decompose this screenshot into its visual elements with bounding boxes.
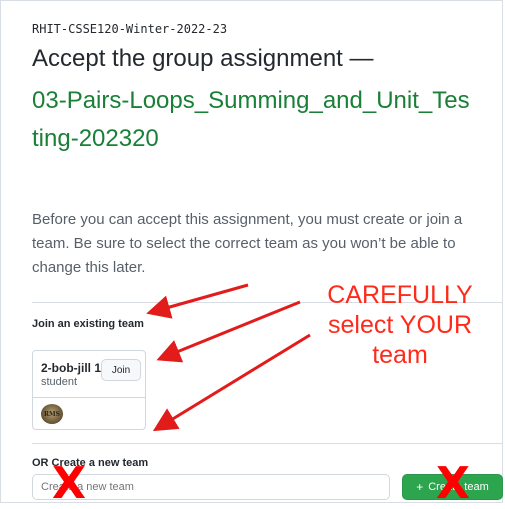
- assignment-name: 03-Pairs-Loops_Summing_and_Unit_Testing-…: [32, 87, 470, 152]
- plus-icon: +: [416, 480, 424, 494]
- callout-line: select YOUR: [327, 311, 473, 339]
- page-title: Accept the group assignment —: [32, 45, 374, 72]
- instructions-text: Before you can accept this assignment, y…: [32, 211, 463, 276]
- careful-callout: CAREFULLY select YOUR team: [300, 280, 500, 370]
- organization-name: RHIT-CSSE120-Winter-2022-23: [32, 22, 228, 36]
- join-team-button[interactable]: Join: [101, 359, 141, 381]
- x-mark-icon: X: [52, 458, 86, 509]
- callout-line: team: [372, 341, 428, 369]
- divider: [32, 443, 503, 444]
- x-mark-icon: X: [436, 458, 470, 509]
- join-team-label: Join an existing team: [32, 318, 144, 330]
- team-card: 2-bob-jill 1 student Join RMS: [32, 350, 146, 430]
- create-team-label: OR Create a new team: [32, 457, 149, 469]
- callout-line: CAREFULLY: [327, 281, 473, 309]
- member-avatar: RMS: [41, 404, 63, 424]
- team-member-role: student: [41, 376, 78, 388]
